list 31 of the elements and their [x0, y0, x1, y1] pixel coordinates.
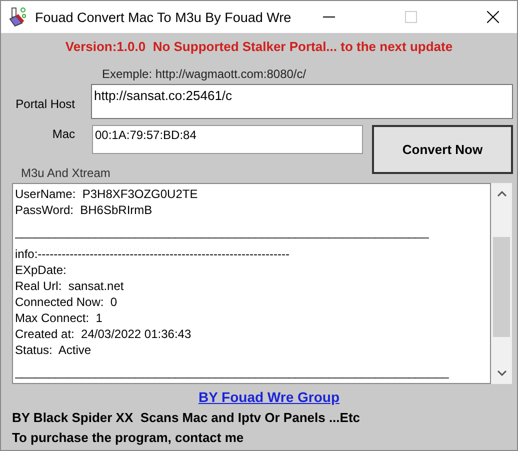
portal-host-label: Portal Host [14, 97, 75, 113]
scrollbar-thumb[interactable] [493, 237, 510, 337]
mac-field[interactable]: 00:1A:79:57:BD:84 [92, 125, 363, 154]
scroll-up-icon[interactable] [496, 191, 506, 197]
scrollbar[interactable] [491, 183, 512, 384]
output-line: Connected Now: 0 [15, 294, 118, 310]
portal-host-field[interactable]: http://sansat.co:25461/c [91, 84, 513, 119]
credits-text: BY Black Spider XX Scans Mac and Iptv Or Panels ...Etc [12, 410, 362, 425]
output-line: info:--------------------------------------------------------------- [15, 246, 290, 262]
output-line: _________________________________________________________________ [15, 364, 450, 380]
group-link[interactable]: BY Fouad Wre Group [178, 389, 340, 405]
example-hint: Exemple: http://wagmaott.com:8080/c/ [102, 67, 308, 81]
output-label: M3u And Xtream [21, 166, 112, 180]
output-line: Real Url: sansat.net [15, 278, 125, 294]
output-line: PassWord: BH6SbRIrmB [15, 202, 154, 218]
output-line: Status: Active [15, 342, 92, 358]
scroll-down-icon[interactable] [496, 370, 506, 376]
close-icon[interactable] [487, 11, 499, 23]
output-textarea[interactable] [12, 183, 491, 384]
output-line: Created at: 24/03/2022 01:36:43 [15, 326, 192, 342]
output-line: Max Connect: 1 [15, 310, 104, 326]
app-icon [7, 7, 27, 27]
purchase-note: To purchase the program, contact me [12, 430, 245, 445]
version-notice: Version:1.0.0 No Supported Stalker Portal... to the next update [64, 39, 454, 54]
output-line: UserName: P3H8XF3OZG0U2TE [15, 186, 199, 202]
output-line: ______________________________________________________________ [15, 224, 430, 240]
window-title: Fouad Convert Mac To M3u By Fouad Wre [35, 10, 292, 24]
output-line: EXpDate: [15, 262, 68, 278]
mac-label: Mac [51, 127, 75, 141]
convert-button[interactable]: Convert Now [372, 125, 513, 174]
maximize-icon [405, 11, 417, 23]
